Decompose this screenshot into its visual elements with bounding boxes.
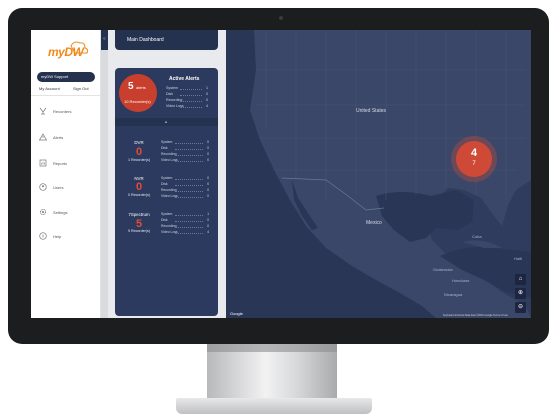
group-line: Video Loss 0 <box>161 194 209 198</box>
sidebar-item-label: Alerts <box>53 135 64 140</box>
group-line: System 1 <box>161 212 209 216</box>
group-line: Disk 0 <box>161 218 209 222</box>
group-line: Video Loss 0 <box>161 158 209 162</box>
map[interactable]: United States Mexico Guatemala Honduras … <box>226 30 531 318</box>
sidebar-item-alerts[interactable]: Alerts <box>31 131 101 147</box>
sidebar-item-label: Recorders <box>53 109 72 114</box>
stand-shadow <box>207 344 337 352</box>
sidebar: myDW myDW Support My Account Sign Out Re… <box>31 30 101 318</box>
group-recorders-7spectrum: 9 Recorder(s) <box>128 229 150 233</box>
help-icon <box>39 232 47 240</box>
logo-text: myDW <box>48 45 84 59</box>
chevron-left-icon: « <box>103 36 106 42</box>
monitor-base <box>176 398 372 414</box>
recorder-count: 10 Recorder(s) <box>124 99 151 104</box>
group-line: System 0 <box>161 140 209 144</box>
support-button[interactable]: myDW Support <box>37 72 95 82</box>
sidebar-item-recorders[interactable]: Recorders <box>31 105 101 121</box>
collapse-strip <box>101 30 108 318</box>
map-label-us: United States <box>356 108 387 114</box>
sidebar-item-label: Users <box>53 185 64 190</box>
group-line: Disk 0 <box>161 146 209 150</box>
camera-dot <box>279 16 283 20</box>
sidebar-item-label: Reports <box>53 161 68 166</box>
map-label: Haiti <box>514 256 523 261</box>
sidebar-item-users[interactable]: Users <box>31 181 101 197</box>
sidebar-item-help[interactable]: Help <box>31 230 101 246</box>
group-recorders-dvr: 1 Recorder(s) <box>128 158 150 162</box>
map-attribution[interactable]: Keyboard shortcuts Map data ©2019 Google… <box>443 314 508 317</box>
map-label: Cuba <box>472 234 482 239</box>
group-count-nvr: 0 <box>135 181 143 193</box>
page-title: Main Dashboard <box>127 37 164 43</box>
sidebar-divider <box>31 95 101 96</box>
alert-word: alerts <box>136 85 146 90</box>
alert-count: 5 <box>128 81 134 92</box>
group-recorders-nvr: 0 Recorder(s) <box>128 193 150 197</box>
recorder-icon <box>39 107 47 115</box>
warning-icon <box>39 133 47 141</box>
map-label: Guatemala <box>433 267 453 272</box>
group-line: Recording 0 <box>161 152 209 156</box>
alert-summary-circle[interactable] <box>119 74 157 112</box>
sign-out-link[interactable]: Sign Out <box>73 86 89 91</box>
group-name-7spectrum[interactable]: 7Spectrum <box>124 212 154 217</box>
sidebar-item-settings[interactable]: Settings <box>31 206 101 222</box>
home-icon[interactable]: ⌂ <box>515 274 526 285</box>
sidebar-item-label: Settings <box>53 210 68 215</box>
group-name-dvr[interactable]: DVR <box>124 140 154 145</box>
my-account-link[interactable]: My Account <box>39 86 60 91</box>
google-logo: Google <box>230 311 243 316</box>
alert-line-video-loss: Video Loss 4 <box>166 104 208 108</box>
chevron-up-icon: ▲ <box>164 119 168 124</box>
zoom-in-icon[interactable]: ⊕ <box>515 288 526 299</box>
group-count-dvr: 0 <box>135 146 143 158</box>
sidebar-item-label: Help <box>53 234 62 239</box>
screen: myDW myDW Support My Account Sign Out Re… <box>31 30 531 318</box>
map-landmass <box>226 30 531 318</box>
group-line: Recording 0 <box>161 188 209 192</box>
zoom-out-icon[interactable]: ⊖ <box>515 302 526 313</box>
map-label: Nicaragua <box>444 292 463 297</box>
group-line: Recording 0 <box>161 224 209 228</box>
group-line: Video Loss 4 <box>161 230 209 234</box>
monitor-stand <box>207 344 337 404</box>
user-icon <box>39 183 47 191</box>
map-label: Honduras <box>452 278 470 283</box>
map-label-mexico: Mexico <box>366 220 382 226</box>
sidebar-item-reports[interactable]: Reports <box>31 157 101 173</box>
active-alerts-title: Active Alerts <box>169 76 200 82</box>
map-cluster-west[interactable]: 4 7 <box>456 141 492 177</box>
report-icon <box>39 159 47 167</box>
group-line: System 0 <box>161 176 209 180</box>
gear-icon <box>39 208 47 216</box>
group-line: Disk 0 <box>161 182 209 186</box>
